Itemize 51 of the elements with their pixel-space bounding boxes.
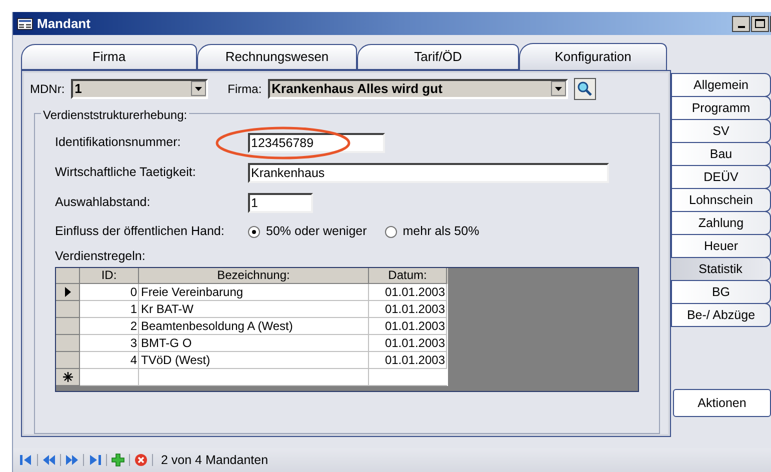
new-row[interactable] (56, 369, 448, 386)
main-tab[interactable]: Firma (21, 44, 197, 70)
side-tab[interactable]: Bau (671, 142, 771, 166)
new-row-icon (62, 372, 72, 382)
actions-button[interactable]: Aktionen (673, 389, 771, 417)
side-tab[interactable]: Allgemein (671, 73, 771, 97)
main-tab[interactable]: Tarif/ÖD (357, 44, 519, 70)
maximize-button[interactable] (751, 16, 769, 32)
side-tab[interactable]: Be-/ Abzüge (671, 303, 771, 327)
main-tab[interactable]: Konfiguration (519, 43, 667, 70)
mdnr-dropdown[interactable]: 1 (70, 78, 208, 99)
side-tab[interactable]: BG (671, 280, 771, 304)
grid-label: Verdienstregeln: (55, 248, 146, 265)
record-count: 2 von 4 Mandanten (161, 452, 268, 469)
next-record-icon[interactable] (65, 453, 79, 467)
first-record-icon[interactable] (19, 453, 33, 467)
field-label: Wirtschaftliche Taetigkeit: (55, 164, 197, 182)
input-field[interactable]: 123456789 (248, 132, 385, 153)
firma-dropdown[interactable]: Krankenhaus Alles wird gut (268, 78, 568, 99)
window-icon (17, 18, 33, 30)
field-label: Auswahlabstand: (55, 194, 152, 212)
row-selector[interactable] (56, 284, 80, 302)
current-row-icon (64, 287, 70, 298)
radio-button[interactable] (248, 226, 260, 238)
radio-option[interactable]: mehr als 50% (384, 222, 480, 241)
plus-icon[interactable] (111, 453, 125, 467)
side-tab[interactable]: Programm (671, 96, 771, 120)
radio-button[interactable] (384, 226, 397, 238)
input-field[interactable]: Krankenhaus (248, 162, 609, 183)
firma-label: Firma: (228, 80, 262, 98)
side-tab[interactable]: DEÜV (671, 165, 771, 189)
side-tab[interactable]: Statistik (671, 257, 771, 281)
delete-icon[interactable] (134, 453, 148, 467)
caret-icon (190, 81, 206, 96)
window-title: Mandant (37, 14, 90, 33)
input-field[interactable]: 1 (248, 192, 313, 213)
last-record-icon[interactable] (88, 453, 102, 467)
side-tab[interactable]: Zahlung (671, 211, 771, 235)
side-tab[interactable]: Heuer (671, 234, 771, 258)
radio-group-label: Einfluss der öffentlichen Hand: (55, 223, 226, 240)
previous-record-icon[interactable] (42, 453, 56, 467)
side-tab[interactable]: Lohnschein (671, 188, 771, 212)
search-icon (576, 80, 593, 97)
side-tab[interactable]: SV (671, 119, 771, 143)
radio-option[interactable]: 50% oder weniger (248, 222, 367, 241)
caret-icon (550, 81, 566, 96)
mdnr-label: MDNr: (30, 80, 65, 98)
main-tab[interactable]: Rechnungswesen (197, 44, 357, 70)
search-button[interactable] (574, 78, 596, 100)
field-label: Identifikationsnummer: (55, 134, 182, 152)
minimize-button[interactable] (732, 16, 750, 32)
